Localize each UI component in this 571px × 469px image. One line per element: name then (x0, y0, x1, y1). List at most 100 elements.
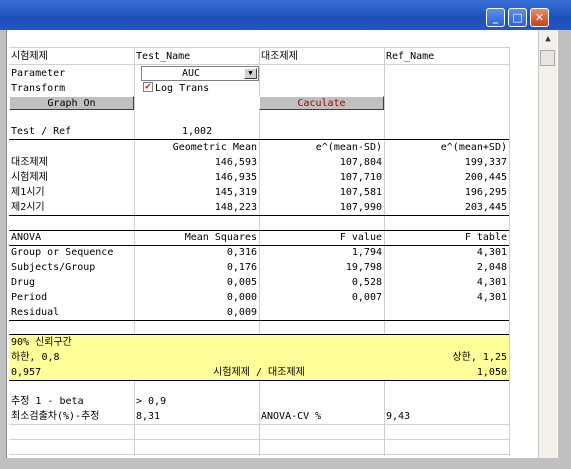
mean-minus-sd-value: 107,710 (339, 172, 382, 183)
minimize-icon: _ (492, 11, 499, 24)
f-value-value: 1,794 (351, 247, 382, 258)
ref-name-cell[interactable]: Ref_Name (384, 49, 509, 64)
min-diff-label: 최소검출차(%)-추정 (11, 411, 100, 422)
f-table-value: 4,301 (476, 247, 507, 258)
mean-squares-header: Mean Squares (184, 232, 257, 243)
mean-minus-sd-value: 107,990 (339, 202, 382, 213)
f-value-value: 0,007 (351, 292, 382, 303)
parameter-label: Parameter (11, 68, 66, 79)
mean-plus-sd-header: e^(mean+SD) (440, 142, 507, 153)
grid-line (9, 424, 509, 425)
table-row: 대조제제 146,593 107,804 199,337 (7, 155, 533, 170)
anova-header: ANOVA (11, 232, 42, 243)
maximize-icon: □ (512, 11, 523, 24)
window-frame-right (557, 30, 571, 469)
minimize-button[interactable]: _ (486, 8, 505, 27)
window-frame-bottom (0, 458, 571, 469)
table-row: 시험제제 146,935 107,710 200,445 (7, 170, 533, 185)
check-icon: ✔ (144, 81, 152, 92)
log-trans-checkbox[interactable]: ✔ (143, 82, 153, 92)
chevron-down-icon[interactable]: ▼ (244, 68, 257, 79)
log-trans-label: Log Trans (155, 83, 210, 94)
grid-line (9, 47, 509, 48)
power-value: > 0,9 (136, 396, 167, 407)
mean-plus-sd-value: 200,445 (464, 172, 507, 183)
ratio-value: 1,002 (182, 126, 213, 137)
test-product-label: 시험제제 (11, 51, 48, 62)
f-value-header: F value (339, 232, 382, 243)
close-icon: ✕ (534, 11, 545, 24)
power-row: 추정 1 - beta > 0,9 (7, 394, 533, 409)
row-label: 시험제제 (11, 172, 48, 183)
ci-title: 90% 신뢰구간 (11, 337, 72, 348)
means-header-row: Geometric Mean e^(mean-SD) e^(mean+SD) (7, 140, 533, 155)
mean-minus-sd-header: e^(mean-SD) (315, 142, 382, 153)
table-row: 제2시기 148,223 107,990 203,445 (7, 200, 533, 215)
power-label: 추정 1 - beta (11, 396, 84, 407)
parameter-select[interactable]: AUC ▼ (141, 66, 259, 81)
table-row: Group or Sequence 0,316 1,794 4,301 (7, 245, 533, 260)
table-row: Subjects/Group 0,176 19,798 2,048 (7, 260, 533, 275)
mean-plus-sd-value: 203,445 (464, 202, 507, 213)
mean-squares-value: 0,009 (226, 307, 257, 318)
table-border (9, 380, 509, 381)
ci-values-row: 0,957 시험제제 / 대조제제 1,050 (7, 365, 533, 380)
test-name-cell[interactable]: Test_Name (134, 49, 259, 64)
ci-bounds-row: 하한, 0,8 상한, 1,25 (7, 350, 533, 365)
ci-upper-bound: 상한, 1,25 (452, 352, 507, 363)
row-label: Subjects/Group (11, 262, 96, 273)
ci-title-row: 90% 신뢰구간 (7, 335, 533, 350)
parameter-value: AUC (181, 68, 201, 79)
mean-squares-value: 0,176 (226, 262, 257, 273)
f-table-value: 4,301 (476, 292, 507, 303)
row-label: Period (11, 292, 48, 303)
geometric-mean-value: 146,935 (214, 172, 257, 183)
ratio-row: Test / Ref 1,002 (7, 124, 533, 139)
calculate-button[interactable]: Caculate (259, 96, 384, 110)
f-table-value: 4,301 (476, 277, 507, 288)
scrollbar-thumb[interactable] (540, 50, 555, 66)
mean-squares-value: 0,316 (226, 247, 257, 258)
row-label: Residual (11, 307, 60, 318)
geometric-mean-value: 146,593 (214, 157, 257, 168)
parameter-row: Parameter (7, 66, 533, 81)
row-label: 제2시기 (11, 202, 45, 213)
table-border (9, 215, 509, 216)
maximize-button[interactable]: □ (508, 8, 527, 27)
vertical-scrollbar[interactable]: ▲ (538, 30, 557, 458)
title-bar: _ □ ✕ (0, 0, 571, 30)
row-label: 제1시기 (11, 187, 45, 198)
table-row: Drug 0,005 0,528 4,301 (7, 275, 533, 290)
row-label: Group or Sequence (11, 247, 114, 258)
chevron-up-icon[interactable]: ▲ (541, 32, 555, 46)
transform-row: Transform Log Trans (7, 81, 533, 96)
f-table-value: 2,048 (476, 262, 507, 273)
grid-line (9, 454, 509, 455)
anova-cv-label: ANOVA-CV % (261, 411, 322, 422)
close-button[interactable]: ✕ (530, 8, 549, 27)
mean-plus-sd-value: 196,295 (464, 187, 507, 198)
min-diff-row: 최소검출차(%)-추정 8,31 ANOVA-CV % 9,43 (7, 409, 533, 424)
spreadsheet-area: 시험제제 Test_Name 대조제제 Ref_Name Parameter A… (6, 30, 558, 458)
grid-line (9, 439, 509, 440)
graph-on-button[interactable]: Graph On (9, 96, 134, 110)
geometric-mean-value: 145,319 (214, 187, 257, 198)
anova-header-row: ANOVA Mean Squares F value F table (7, 230, 533, 245)
f-value-value: 0,528 (351, 277, 382, 288)
table-row: 제1시기 145,319 107,581 196,295 (7, 185, 533, 200)
ratio-label: Test / Ref (11, 126, 72, 137)
f-value-value: 19,798 (345, 262, 382, 273)
transform-label: Transform (11, 83, 66, 94)
ci-upper-value: 1,050 (476, 367, 507, 378)
grid-line (9, 64, 509, 65)
ci-ratio-label: 시험제제 / 대조제제 (213, 367, 305, 378)
ci-lower-value: 0,957 (11, 367, 42, 378)
table-row: Period 0,000 0,007 4,301 (7, 290, 533, 305)
ref-product-label: 대조제제 (261, 51, 298, 62)
anova-cv-value: 9,43 (386, 411, 411, 422)
table-border (9, 320, 509, 321)
table-row: Residual 0,009 (7, 305, 533, 320)
geometric-mean-value: 148,223 (214, 202, 257, 213)
mean-plus-sd-value: 199,337 (464, 157, 507, 168)
min-diff-value: 8,31 (136, 411, 161, 422)
